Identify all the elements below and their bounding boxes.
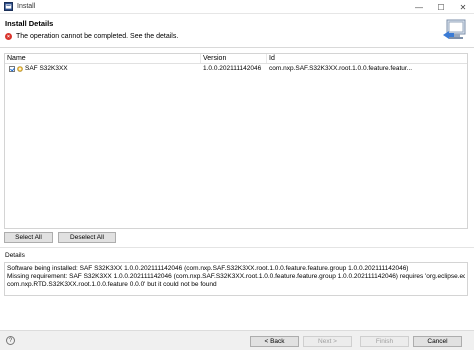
wizard-header: Install Details × The operation cannot b… <box>0 14 474 48</box>
install-items-table: Name Version Id SAF S32K3XX 1.0.0.202111… <box>4 53 468 229</box>
details-text-area[interactable]: Software being installed: SAF S32K3XX 1.… <box>4 262 468 296</box>
help-icon[interactable]: ? <box>6 336 15 345</box>
table-row[interactable]: SAF S32K3XX 1.0.0.202111142046 com.nxp.S… <box>5 64 467 74</box>
next-button[interactable]: Next > <box>303 336 352 347</box>
title-bar: Install — ☐ ✕ <box>0 0 474 14</box>
feature-icon <box>17 66 23 72</box>
wizard-footer: ? < Back Next > Finish Cancel <box>0 330 474 350</box>
eclipse-app-icon <box>4 2 13 11</box>
minimize-button[interactable]: — <box>408 0 430 14</box>
error-icon: × <box>5 33 12 40</box>
row-name: SAF S32K3XX <box>25 65 68 72</box>
maximize-button[interactable]: ☐ <box>430 0 452 14</box>
back-button[interactable]: < Back <box>250 336 299 347</box>
divider <box>0 247 474 248</box>
close-button[interactable]: ✕ <box>452 0 474 14</box>
table-header: Name Version Id <box>5 54 467 64</box>
row-checkbox[interactable] <box>9 66 15 72</box>
details-label: Details <box>5 252 25 259</box>
deselect-all-button[interactable]: Deselect All <box>58 232 116 243</box>
column-header-name[interactable]: Name <box>5 54 201 63</box>
row-id: com.nxp.SAF.S32K3XX.root.1.0.0.feature.f… <box>269 65 413 72</box>
cancel-button[interactable]: Cancel <box>413 336 462 347</box>
column-header-version[interactable]: Version <box>201 54 267 63</box>
page-title: Install Details <box>5 19 54 28</box>
details-line: Software being installed: SAF S32K3XX 1.… <box>7 265 409 272</box>
error-message-text: The operation cannot be completed. See t… <box>16 33 179 40</box>
window-title: Install <box>17 3 36 10</box>
error-message: × The operation cannot be completed. See… <box>5 33 178 40</box>
finish-button[interactable]: Finish <box>360 336 409 347</box>
details-line: com.nxp.RTD.S32K3XX.root.1.0.0.feature 0… <box>7 281 217 288</box>
row-version: 1.0.0.202111142046 <box>203 65 262 72</box>
column-header-id[interactable]: Id <box>267 54 467 63</box>
select-all-button[interactable]: Select All <box>4 232 53 243</box>
install-wizard-icon <box>443 19 466 39</box>
details-line: Missing requirement: SAF S32K3XX 1.0.0.2… <box>7 273 465 280</box>
